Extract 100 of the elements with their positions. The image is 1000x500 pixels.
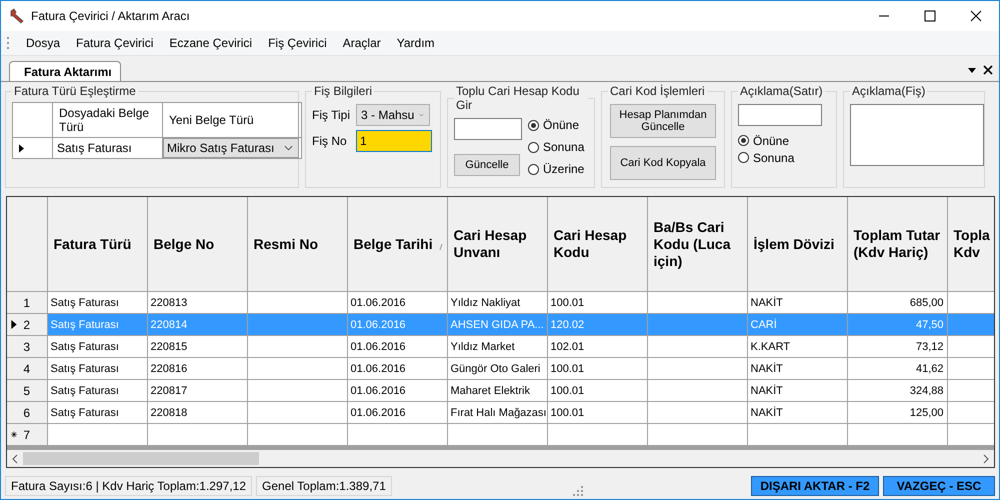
table-cell: NAKİT: [747, 358, 847, 380]
table-cell: 220813: [147, 292, 247, 314]
menu-item[interactable]: Fiş Çevirici: [260, 36, 335, 50]
table-cell: 685,00: [847, 292, 947, 314]
row-number: 6: [23, 406, 30, 420]
table-cell: 100.01: [547, 358, 647, 380]
radio-button[interactable]: [528, 164, 539, 174]
table-cell: 47,50: [847, 314, 947, 336]
text-area[interactable]: [850, 104, 984, 166]
chevron-icon: [419, 112, 424, 118]
table-cell: 01.06.2016: [347, 292, 447, 314]
type-dropdown[interactable]: Mikro Satış Faturası: [163, 138, 299, 158]
input-field[interactable]: [454, 118, 522, 140]
table-cell: NAKİT: [747, 380, 847, 402]
table-cell: 220814: [147, 314, 247, 336]
table-cell: Güngör Oto Galeri: [447, 358, 547, 380]
table-cell: 100.01: [547, 292, 647, 314]
table-cell: Fırat Halı Mağazası: [447, 402, 547, 424]
column-header[interactable]: İşlem Dövizi: [747, 197, 847, 292]
row-number: 5: [23, 384, 30, 398]
group-title: Fiş Bilgileri: [313, 84, 374, 98]
table-cell: CARİ: [747, 314, 847, 336]
input-field[interactable]: 1: [356, 130, 432, 152]
column-header[interactable]: Toplam Tutar (Kdv Hariç): [847, 197, 947, 292]
column-header[interactable]: Belge No: [147, 197, 247, 292]
action-button[interactable]: Cari Kod Kopyala: [610, 146, 716, 180]
field-label: Fiş Tipi: [312, 108, 350, 122]
tab[interactable]: Fatura Aktarımı: [9, 61, 121, 81]
row-header[interactable]: 4: [7, 358, 47, 380]
scroll-thumb[interactable]: [23, 452, 259, 465]
table-cell: NAKİT: [747, 402, 847, 424]
row-header[interactable]: 1: [7, 292, 47, 314]
scroll-left-icon[interactable]: [12, 454, 18, 464]
table-cell: 01.06.2016: [347, 358, 447, 380]
action-button[interactable]: VAZGEÇ - ESC: [883, 476, 995, 496]
radio-label[interactable]: Üzerine: [543, 162, 584, 176]
table-cell: Maharet Elektrik: [447, 380, 547, 402]
table-cell: 01.06.2016: [347, 402, 447, 424]
table-cell: 120.02: [547, 314, 647, 336]
table-cell: Satış Faturası: [47, 402, 147, 424]
column-header[interactable]: Cari Hesap Kodu: [547, 197, 647, 292]
radio-label[interactable]: Sonuna: [753, 150, 794, 164]
status-panel: Genel Toplam:1.389,71: [256, 476, 392, 496]
group-title: Açıklama(Satır): [739, 84, 824, 98]
table-cell: Satış Faturası: [47, 292, 147, 314]
row-header[interactable]: 6: [7, 402, 47, 424]
column-header[interactable]: Ba/Bs Cari Kodu (Luca için): [647, 197, 747, 292]
table-cell: 73,12: [847, 336, 947, 358]
group-title: Cari Kod İşlemleri: [609, 84, 706, 98]
column-header[interactable]: Belge Tarihi: [347, 197, 447, 292]
menu-item[interactable]: Araçlar: [334, 36, 389, 50]
action-button[interactable]: DIŞARI AKTAR - F2: [751, 476, 879, 496]
grip-icon: [7, 37, 10, 49]
table-cell: 01.06.2016: [347, 336, 447, 358]
row-number: 2: [23, 318, 30, 332]
input-field[interactable]: [738, 104, 822, 126]
current-row-icon: [19, 144, 24, 152]
table-cell: 125,00: [847, 402, 947, 424]
type-dropdown[interactable]: 3 - Mahsu: [356, 104, 430, 126]
close-icon[interactable]: [983, 65, 993, 75]
resize-grip-icon: [573, 486, 583, 496]
menu-item[interactable]: Yardım: [388, 36, 443, 50]
menu-item[interactable]: Eczane Çevirici: [161, 36, 260, 50]
table-cell: 102.01: [547, 336, 647, 358]
radio-button[interactable]: [528, 142, 539, 152]
row-header[interactable]: 3: [7, 336, 47, 358]
wrench-icon: [9, 8, 25, 24]
sort-icon: [438, 244, 442, 250]
column-header[interactable]: Resmi No: [247, 197, 347, 292]
group-title: Açıklama(Fiş): [851, 84, 926, 98]
radio-button[interactable]: [738, 152, 749, 163]
row-header[interactable]: 5: [7, 380, 47, 402]
current-row-icon: [11, 320, 17, 329]
menu-item[interactable]: Dosya: [18, 36, 68, 50]
action-button[interactable]: Hesap Planımdan Güncelle: [610, 104, 716, 138]
row-header[interactable]: 7: [7, 424, 47, 446]
column-header[interactable]: Fatura Türü: [47, 197, 147, 292]
table-cell: 220817: [147, 380, 247, 402]
radio-label[interactable]: Önüne: [753, 134, 790, 148]
table-cell: Satış Faturası: [47, 336, 147, 358]
table-cell: Yıldız Nakliyat: [447, 292, 547, 314]
menu-item[interactable]: Fatura Çevirici: [68, 36, 162, 50]
column-header[interactable]: Cari Hesap Unvanı: [447, 197, 547, 292]
row-number: 7: [23, 428, 30, 442]
table-cell: 100.01: [547, 402, 647, 424]
column-header[interactable]: Topla Kdv: [947, 197, 994, 292]
scroll-right-icon[interactable]: [983, 454, 989, 464]
radio-label[interactable]: Sonuna: [543, 140, 584, 154]
table-cell: 100.01: [547, 380, 647, 402]
dropdown-icon[interactable]: [967, 65, 977, 75]
table-cell: 01.06.2016: [347, 380, 447, 402]
update-button[interactable]: Güncelle: [454, 154, 520, 176]
horizontal-scrollbar[interactable]: [7, 450, 994, 467]
row-header[interactable]: 2: [7, 314, 47, 336]
table-cell: Satış Faturası: [47, 314, 147, 336]
row-number: 4: [23, 362, 30, 376]
radio-label[interactable]: Önüne: [543, 118, 580, 132]
table-cell: 220816: [147, 358, 247, 380]
radio-button[interactable]: [738, 135, 749, 146]
radio-button[interactable]: [528, 120, 539, 130]
